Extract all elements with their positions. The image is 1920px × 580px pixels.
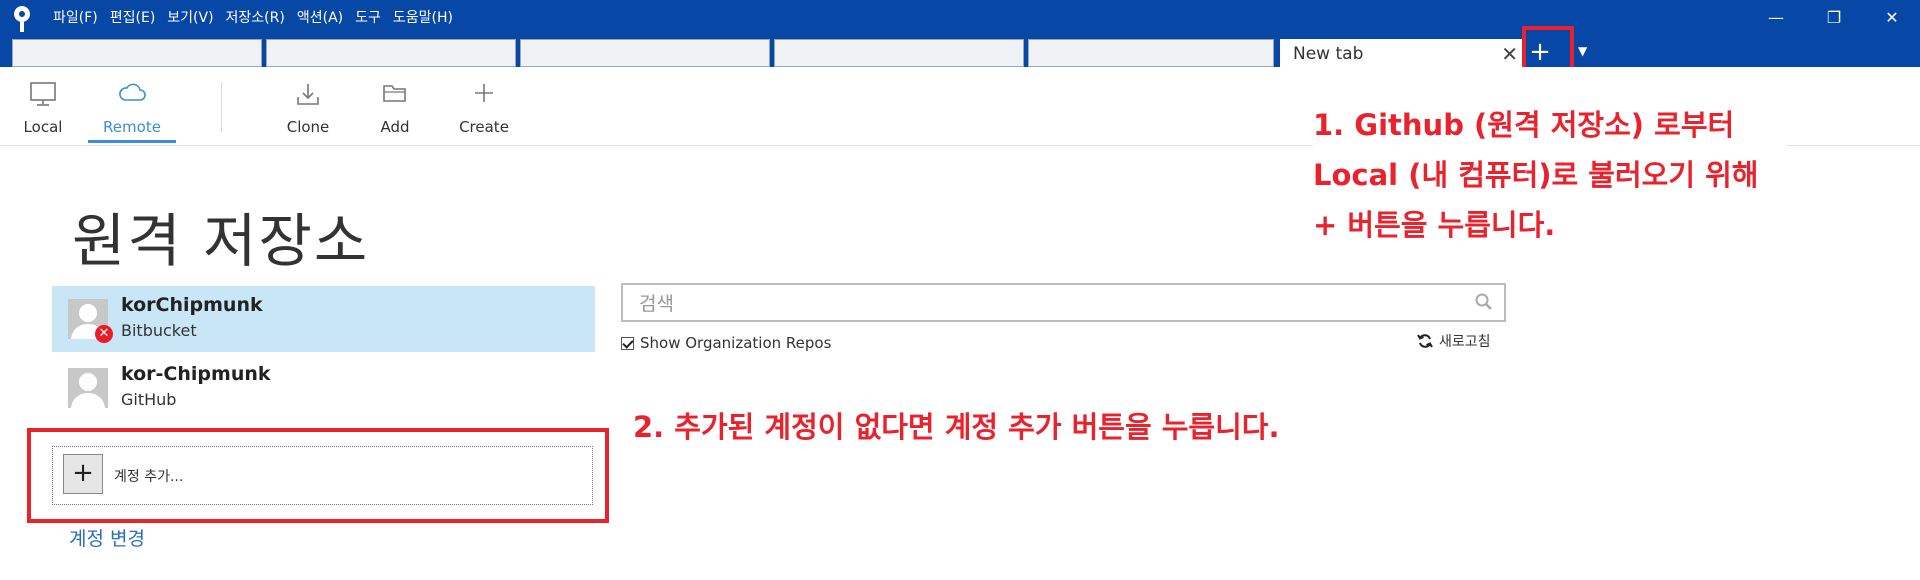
- close-window-button[interactable]: ✕: [1877, 6, 1907, 30]
- account-host: GitHub: [121, 390, 177, 409]
- add-button[interactable]: Add: [365, 67, 425, 143]
- avatar: [68, 368, 108, 408]
- change-account-link[interactable]: 계정 변경: [69, 524, 145, 551]
- refresh-icon: [1417, 334, 1433, 348]
- close-tab-icon[interactable]: ✕: [1501, 42, 1518, 66]
- folder-icon: [383, 85, 406, 102]
- account-name: kor-Chipmunk: [121, 363, 271, 385]
- cloud-icon: [119, 83, 146, 101]
- error-badge-icon: ✕: [95, 325, 113, 343]
- menu-repository[interactable]: 저장소(R): [226, 9, 285, 27]
- annotation-step1-line2: Local (내 컴퓨터)로 불러오기 위해: [1313, 158, 1759, 192]
- download-icon: [297, 84, 319, 105]
- annotation-step1-line3: + 버튼을 누릅니다.: [1313, 208, 1556, 242]
- menu-actions[interactable]: 액션(A): [297, 9, 343, 27]
- create-label: Create: [459, 118, 509, 136]
- refresh-label: 새로고침: [1439, 334, 1491, 350]
- tab-repo-3[interactable]: [520, 39, 770, 67]
- account-item[interactable]: ✕ korChipmunk Bitbucket: [52, 286, 595, 352]
- tab-remote[interactable]: Remote: [88, 67, 176, 143]
- annotation-step1: 1. Github (원격 저장소) 로부터 Local (내 컴퓨터)로 불러…: [1313, 90, 1787, 250]
- add-label: Add: [380, 118, 410, 136]
- menu-bar: 파일(F) 편집(E) 보기(V) 저장소(R) 액션(A) 도구 도움말(H): [53, 9, 465, 27]
- account-host: Bitbucket: [121, 321, 197, 340]
- refresh-button[interactable]: 새로고침: [1417, 331, 1491, 351]
- add-account-label: 계정 추가...: [114, 469, 184, 485]
- sourcetree-logo-icon[interactable]: [11, 5, 33, 33]
- search-icon[interactable]: [1474, 292, 1494, 312]
- create-button[interactable]: Create: [453, 67, 515, 143]
- title-bar: 파일(F) 편집(E) 보기(V) 저장소(R) 액션(A) 도구 도움말(H)…: [0, 0, 1920, 67]
- menu-view[interactable]: 보기(V): [167, 9, 213, 27]
- annotation-step2: 2. 추가된 계정이 없다면 계정 추가 버튼을 누릅니다.: [633, 410, 1280, 444]
- clone-label: Clone: [286, 118, 330, 136]
- restore-button[interactable]: ❐: [1819, 6, 1849, 30]
- account-name: korChipmunk: [121, 294, 263, 316]
- tab-repo-1[interactable]: [12, 39, 262, 67]
- tab-new[interactable]: New tab ✕: [1280, 39, 1525, 67]
- tab-repo-5[interactable]: [1028, 39, 1274, 67]
- menu-tools[interactable]: 도구: [355, 9, 381, 27]
- tab-remote-label: Remote: [103, 118, 161, 136]
- menu-edit[interactable]: 편집(E): [110, 9, 156, 27]
- account-item[interactable]: kor-Chipmunk GitHub: [52, 355, 595, 421]
- tab-local[interactable]: Local: [12, 67, 74, 143]
- show-org-repos-checkbox[interactable]: Show Organization Repos: [621, 334, 831, 352]
- page-title: 원격 저장소: [72, 207, 370, 275]
- tab-local-label: Local: [23, 118, 63, 136]
- show-org-repos-label: Show Organization Repos: [640, 334, 832, 352]
- clone-button[interactable]: Clone: [277, 67, 339, 143]
- toolbar-divider: [221, 82, 222, 132]
- tab-repo-4[interactable]: [774, 39, 1024, 67]
- minimize-button[interactable]: —: [1761, 6, 1791, 30]
- annotation-step1-line1: 1. Github (원격 저장소) 로부터: [1313, 108, 1735, 142]
- add-account-button[interactable]: + 계정 추가...: [52, 446, 593, 505]
- menu-file[interactable]: 파일(F): [53, 9, 98, 27]
- add-account-plus-icon: +: [63, 454, 103, 494]
- tab-new-label: New tab: [1293, 44, 1364, 64]
- search-box[interactable]: [621, 283, 1506, 322]
- plus-icon: [475, 84, 493, 102]
- search-input[interactable]: [637, 289, 1461, 319]
- menu-help[interactable]: 도움말(H): [393, 9, 453, 27]
- tab-repo-2[interactable]: [266, 39, 516, 67]
- monitor-icon: [30, 82, 56, 106]
- checkbox-checked-icon[interactable]: [621, 336, 634, 350]
- tab-list-dropdown-icon[interactable]: ▼: [1578, 44, 1587, 58]
